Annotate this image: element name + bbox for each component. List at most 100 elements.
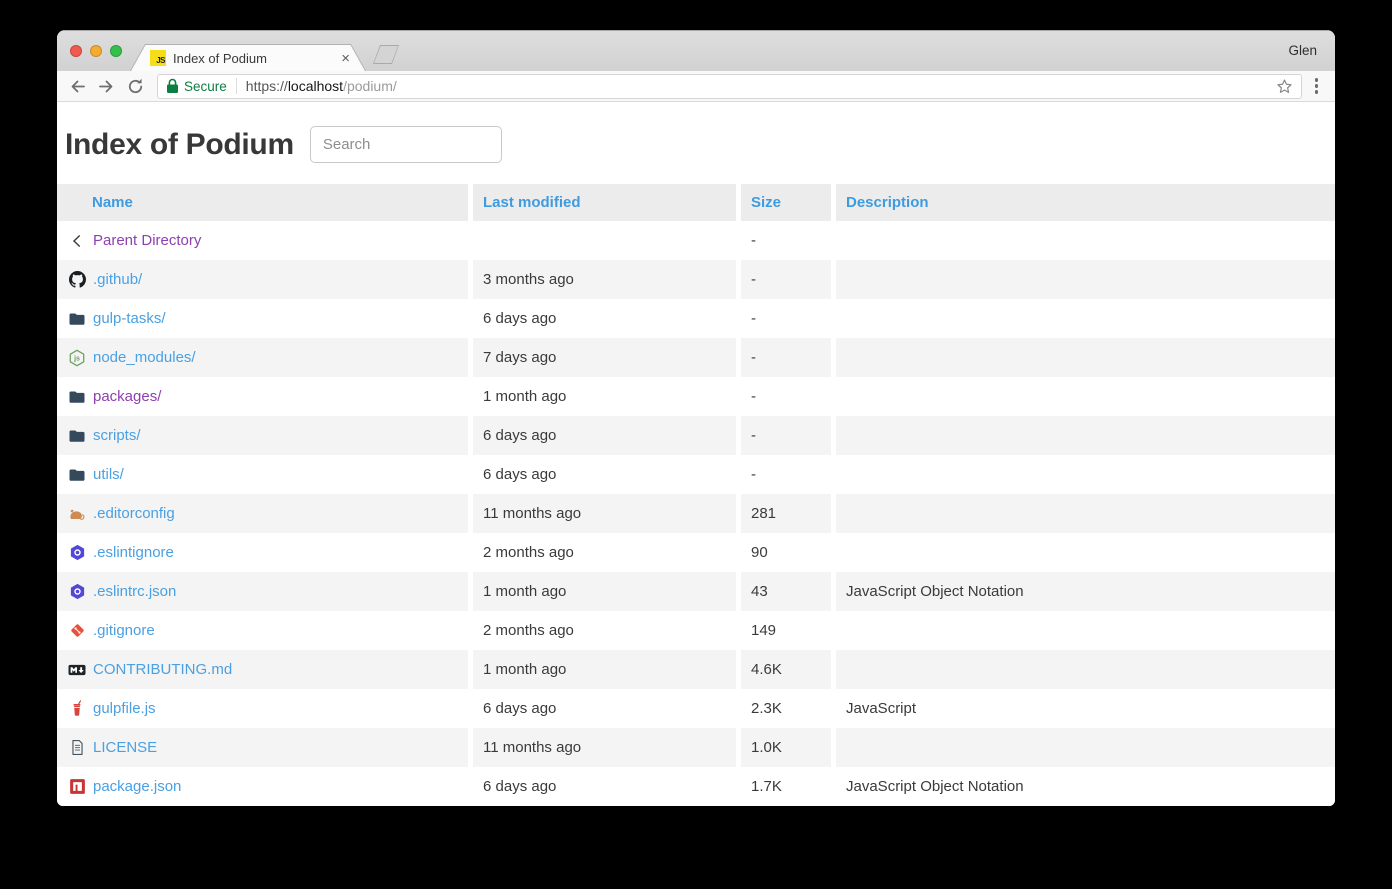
name-cell: .eslintignore	[57, 533, 468, 572]
close-window-button[interactable]	[70, 45, 82, 57]
file-link[interactable]: Parent Directory	[93, 232, 201, 249]
description-cell	[836, 728, 1335, 767]
file-link[interactable]: node_modules/	[93, 349, 196, 366]
eslint-icon	[68, 544, 86, 562]
description-cell	[836, 221, 1335, 260]
folder-icon	[68, 388, 86, 406]
description-cell	[836, 494, 1335, 533]
file-link[interactable]: gulp-tasks/	[93, 310, 166, 327]
file-link[interactable]: package.json	[93, 778, 181, 795]
browser-menu-icon[interactable]	[1312, 76, 1322, 96]
description-cell	[836, 455, 1335, 494]
address-bar[interactable]: Secure https://localhost/podium/	[157, 74, 1302, 99]
description-cell	[836, 260, 1335, 299]
table-row: .eslintignore2 months ago90	[57, 533, 1335, 572]
js-favicon-icon: JS	[150, 50, 166, 66]
name-cell: .eslintrc.json	[57, 572, 468, 611]
table-row: package.json6 days ago1.7KJavaScript Obj…	[57, 767, 1335, 806]
size-cell: 2.3K	[741, 689, 831, 728]
folder-icon	[68, 310, 86, 328]
name-cell: utils/	[57, 455, 468, 494]
profile-name[interactable]: Glen	[1288, 43, 1317, 58]
modified-cell: 6 days ago	[473, 416, 736, 455]
column-header-size[interactable]: Size	[741, 184, 831, 221]
size-cell: -	[741, 260, 831, 299]
table-row: CONTRIBUTING.md1 month ago4.6K	[57, 650, 1335, 689]
page-content: Index of Podium NameLast modifiedSizeDes…	[57, 102, 1335, 806]
description-cell: JavaScript Object Notation	[836, 767, 1335, 806]
file-link[interactable]: utils/	[93, 466, 124, 483]
modified-cell: 7 days ago	[473, 338, 736, 377]
description-cell	[836, 377, 1335, 416]
table-row: jsnode_modules/7 days ago-	[57, 338, 1335, 377]
search-input[interactable]	[310, 126, 502, 163]
name-cell: scripts/	[57, 416, 468, 455]
table-row: scripts/6 days ago-	[57, 416, 1335, 455]
modified-cell: 3 months ago	[473, 260, 736, 299]
table-row: .eslintrc.json1 month ago43JavaScript Ob…	[57, 572, 1335, 611]
license-icon	[68, 739, 86, 757]
minimize-window-button[interactable]	[90, 45, 102, 57]
zoom-window-button[interactable]	[110, 45, 122, 57]
name-cell: .gitignore	[57, 611, 468, 650]
back-button[interactable]	[68, 77, 87, 96]
table-row: packages/1 month ago-	[57, 377, 1335, 416]
name-cell: Parent Directory	[57, 221, 468, 260]
page-title: Index of Podium	[65, 128, 294, 162]
column-header-description[interactable]: Description	[836, 184, 1335, 221]
table-row: LICENSE11 months ago1.0K	[57, 728, 1335, 767]
tab-close-icon[interactable]: ×	[341, 51, 350, 66]
npm-icon	[68, 778, 86, 796]
name-cell: gulp-tasks/	[57, 299, 468, 338]
file-link[interactable]: gulpfile.js	[93, 700, 156, 717]
table-row: .gitignore 2 months ago149	[57, 611, 1335, 650]
new-tab-button[interactable]	[373, 45, 399, 64]
modified-cell: 6 days ago	[473, 767, 736, 806]
folder-icon	[68, 427, 86, 445]
chevron-left-icon	[68, 232, 86, 250]
modified-cell: 2 months ago	[473, 611, 736, 650]
file-link[interactable]: scripts/	[93, 427, 141, 444]
file-link[interactable]: .github/	[93, 271, 142, 288]
svg-text:js: js	[73, 355, 80, 362]
folder-icon	[68, 466, 86, 484]
description-cell	[836, 611, 1335, 650]
table-row: Parent Directory -	[57, 221, 1335, 260]
name-cell: .editorconfig	[57, 494, 468, 533]
description-cell	[836, 416, 1335, 455]
size-cell: -	[741, 221, 831, 260]
modified-cell: 6 days ago	[473, 455, 736, 494]
github-icon	[68, 271, 86, 289]
name-cell: LICENSE	[57, 728, 468, 767]
size-cell: 1.0K	[741, 728, 831, 767]
column-header-name[interactable]: Name	[57, 184, 468, 221]
bookmark-star-icon[interactable]	[1276, 78, 1293, 95]
file-link[interactable]: .eslintrc.json	[93, 583, 176, 600]
tab-title: Index of Podium	[173, 51, 341, 66]
file-link[interactable]: .editorconfig	[93, 505, 175, 522]
security-chip[interactable]: Secure	[166, 78, 227, 94]
size-cell: -	[741, 377, 831, 416]
size-cell: -	[741, 299, 831, 338]
name-cell: gulpfile.js	[57, 689, 468, 728]
tab-index-of-podium[interactable]: JS Index of Podium ×	[130, 44, 366, 71]
size-cell: 149	[741, 611, 831, 650]
table-row: .github/3 months ago-	[57, 260, 1335, 299]
column-header-modified[interactable]: Last modified	[473, 184, 736, 221]
forward-button[interactable]	[97, 77, 116, 96]
file-link[interactable]: .eslintignore	[93, 544, 174, 561]
window-controls	[70, 45, 122, 57]
description-cell	[836, 533, 1335, 572]
modified-cell: 6 days ago	[473, 299, 736, 338]
url-text: https://localhost/podium/	[246, 78, 397, 94]
file-link[interactable]: packages/	[93, 388, 161, 405]
reload-button[interactable]	[126, 77, 145, 96]
name-cell: .github/	[57, 260, 468, 299]
table-row: utils/6 days ago-	[57, 455, 1335, 494]
file-link[interactable]: CONTRIBUTING.md	[93, 661, 232, 678]
editorconfig-icon	[68, 505, 86, 523]
file-link[interactable]: LICENSE	[93, 739, 157, 756]
modified-cell: 11 months ago	[473, 494, 736, 533]
eslint-icon	[68, 583, 86, 601]
file-link[interactable]: .gitignore	[93, 622, 155, 639]
